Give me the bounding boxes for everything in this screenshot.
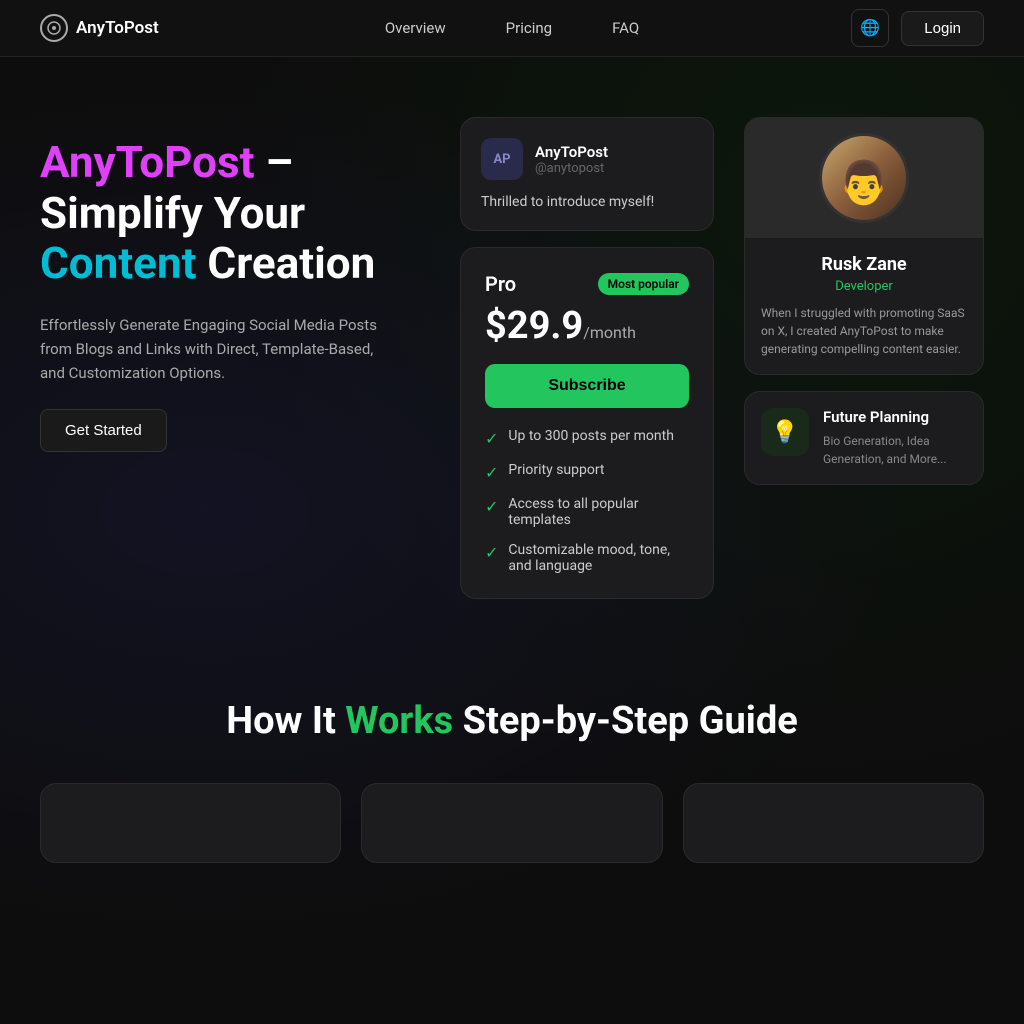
developer-name: Rusk Zane — [761, 254, 967, 275]
hero-middle: AP AnyToPost @anytopost Thrilled to intr… — [460, 117, 714, 599]
feature-text-2: Priority support — [508, 462, 604, 478]
feature-text-3: Access to all popular templates — [508, 496, 689, 528]
logo[interactable]: AnyToPost — [40, 14, 159, 42]
nav-pricing[interactable]: Pricing — [506, 19, 552, 37]
feature-item-1: ✓ Up to 300 posts per month — [485, 428, 689, 448]
nav-links: Overview Pricing FAQ — [385, 19, 639, 37]
post-avatar: AP — [481, 138, 523, 180]
how-title-part1: How It — [226, 699, 345, 743]
how-title-part2: Step-by-Step Guide — [453, 699, 798, 743]
feature-text-4: Customizable mood, tone, and language — [508, 542, 689, 574]
feature-text-1: Up to 300 posts per month — [508, 428, 674, 444]
hero-title-creation: Creation — [197, 237, 376, 289]
globe-icon: 🌐 — [860, 18, 880, 38]
nav-overview[interactable]: Overview — [385, 19, 446, 37]
pricing-header: Pro Most popular — [485, 272, 689, 296]
subscribe-button[interactable]: Subscribe — [485, 364, 689, 408]
developer-avatar-face: 👨 — [838, 163, 890, 205]
pricing-price: $29.9/month — [485, 304, 689, 348]
step-card-2 — [361, 783, 662, 863]
feature-item-4: ✓ Customizable mood, tone, and language — [485, 542, 689, 574]
how-it-works-title: How It Works Step-by-Step Guide — [40, 699, 984, 743]
post-header: AP AnyToPost @anytopost — [481, 138, 693, 180]
plan-name: Pro — [485, 272, 516, 296]
logo-text: AnyToPost — [76, 18, 159, 38]
future-planning-icon: 💡 — [761, 408, 809, 456]
step-card-1 — [40, 783, 341, 863]
get-started-button[interactable]: Get Started — [40, 409, 167, 452]
globe-button[interactable]: 🌐 — [851, 9, 889, 47]
navbar-right: 🌐 Login — [851, 9, 984, 47]
developer-role: Developer — [761, 279, 967, 294]
feature-item-3: ✓ Access to all popular templates — [485, 496, 689, 528]
check-icon-2: ✓ — [485, 463, 498, 482]
how-title-highlight: Works — [345, 699, 453, 743]
post-card: AP AnyToPost @anytopost Thrilled to intr… — [460, 117, 714, 231]
future-planning-title: Future Planning — [823, 408, 967, 426]
most-popular-badge: Most popular — [598, 273, 689, 295]
check-icon-1: ✓ — [485, 429, 498, 448]
hero-left: AnyToPost – Simplify Your Content Creati… — [40, 117, 430, 599]
nav-faq[interactable]: FAQ — [612, 19, 639, 37]
step-card-3 — [683, 783, 984, 863]
bulb-icon: 💡 — [771, 420, 798, 445]
developer-avatar-wrap: 👨 — [745, 118, 983, 238]
post-user-info: AnyToPost @anytopost — [535, 143, 608, 176]
hero-title-content: Content — [40, 237, 197, 289]
feature-list: ✓ Up to 300 posts per month ✓ Priority s… — [485, 428, 689, 574]
developer-card: 👨 Rusk Zane Developer When I struggled w… — [744, 117, 984, 375]
post-text: Thrilled to introduce myself! — [481, 194, 693, 210]
feature-item-2: ✓ Priority support — [485, 462, 689, 482]
post-handle: @anytopost — [535, 161, 608, 176]
hero-title: AnyToPost – Simplify Your Content Creati… — [40, 137, 430, 289]
navbar: AnyToPost Overview Pricing FAQ 🌐 Login — [0, 0, 1024, 57]
price-amount: $29.9 — [485, 304, 583, 348]
hero-subtitle: Effortlessly Generate Engaging Social Me… — [40, 313, 400, 385]
logo-icon — [40, 14, 68, 42]
check-icon-3: ✓ — [485, 497, 498, 516]
how-it-works-section: How It Works Step-by-Step Guide — [0, 639, 1024, 903]
check-icon-4: ✓ — [485, 543, 498, 562]
login-button[interactable]: Login — [901, 11, 984, 46]
hero-title-brand: AnyToPost — [40, 136, 254, 188]
future-planning-content: Future Planning Bio Generation, Idea Gen… — [823, 408, 967, 468]
post-name: AnyToPost — [535, 143, 608, 161]
developer-card-body: Rusk Zane Developer When I struggled wit… — [745, 238, 983, 374]
steps-row — [40, 783, 984, 863]
hero-right: 👨 Rusk Zane Developer When I struggled w… — [744, 117, 984, 599]
developer-bio: When I struggled with promoting SaaS on … — [761, 304, 967, 358]
future-planning-desc: Bio Generation, Idea Generation, and Mor… — [823, 432, 967, 468]
hero-section: AnyToPost – Simplify Your Content Creati… — [0, 57, 1024, 639]
developer-avatar: 👨 — [819, 133, 909, 223]
price-period: /month — [583, 323, 636, 342]
future-planning-card: 💡 Future Planning Bio Generation, Idea G… — [744, 391, 984, 485]
pricing-card: Pro Most popular $29.9/month Subscribe ✓… — [460, 247, 714, 599]
